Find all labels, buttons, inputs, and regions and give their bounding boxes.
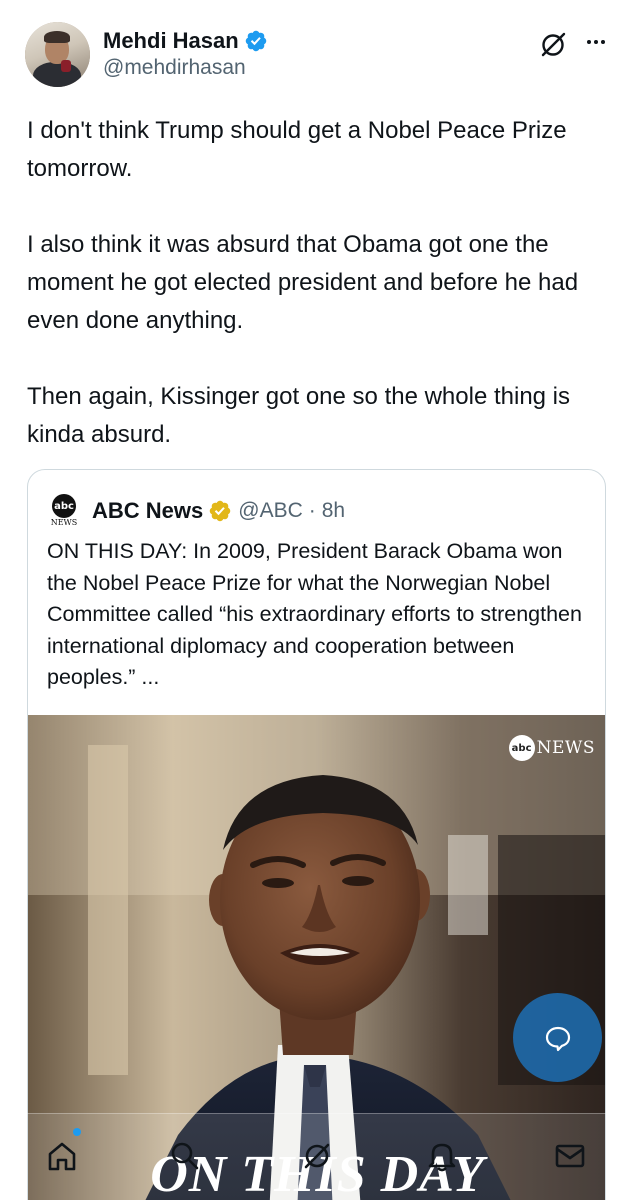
nav-notifications[interactable] (422, 1136, 462, 1176)
nav-home[interactable] (42, 1136, 82, 1176)
author-handle[interactable]: @mehdirhasan (103, 56, 268, 80)
search-icon (171, 1142, 199, 1170)
notifications-icon (428, 1143, 456, 1172)
tweet-paragraph: I don't think Trump should get a Nobel P… (27, 117, 567, 182)
more-icon[interactable] (582, 30, 610, 54)
watermark-text: NEWS (536, 738, 595, 758)
home-icon (48, 1142, 76, 1171)
home-unread-dot (73, 1128, 81, 1136)
author-display-name[interactable]: Mehdi Hasan (103, 28, 239, 54)
nav-grok[interactable] (297, 1136, 337, 1176)
compose-button[interactable] (513, 993, 602, 1082)
grok-nav-icon (304, 1143, 330, 1169)
tweet-paragraph: I also think it was absurd that Obama go… (27, 231, 579, 334)
bottom-navigation (0, 1113, 633, 1200)
gold-verified-badge-icon (210, 500, 231, 522)
nav-messages[interactable] (550, 1136, 590, 1176)
compose-reply-icon (545, 1026, 570, 1051)
quoted-display-name[interactable]: ABC News (92, 498, 203, 524)
author-avatar[interactable] (25, 22, 90, 87)
quoted-tweet-header: abc NEWS ABC News @ABC · 8h (50, 494, 345, 528)
quoted-tweet-text: ON THIS DAY: In 2009, President Barack O… (47, 539, 582, 689)
abc-news-avatar[interactable]: abc NEWS (50, 494, 78, 528)
abc-logo-sub: NEWS (50, 518, 78, 527)
verified-badge-icon (245, 30, 266, 52)
tweet-paragraph: Then again, Kissinger got one so the who… (27, 383, 571, 448)
quoted-tweet-card[interactable]: abc NEWS ABC News @ABC · 8h ON THIS DAY:… (27, 469, 606, 1200)
author-names: Mehdi Hasan @mehdirhasan (103, 28, 268, 80)
meta-separator: · (308, 499, 316, 522)
tweet-header: Mehdi Hasan @mehdirhasan (25, 22, 610, 88)
nav-search[interactable] (165, 1136, 205, 1176)
quoted-timestamp[interactable]: 8h (322, 499, 345, 523)
quoted-handle[interactable]: @ABC (238, 499, 303, 523)
messages-icon (555, 1144, 585, 1168)
abc-logo-text: abc (52, 494, 76, 518)
abc-news-watermark: abc NEWS (508, 735, 595, 761)
tweet-text: I don't think Trump should get a Nobel P… (27, 112, 607, 454)
grok-icon[interactable] (538, 30, 568, 60)
watermark-logo: abc (508, 735, 535, 761)
